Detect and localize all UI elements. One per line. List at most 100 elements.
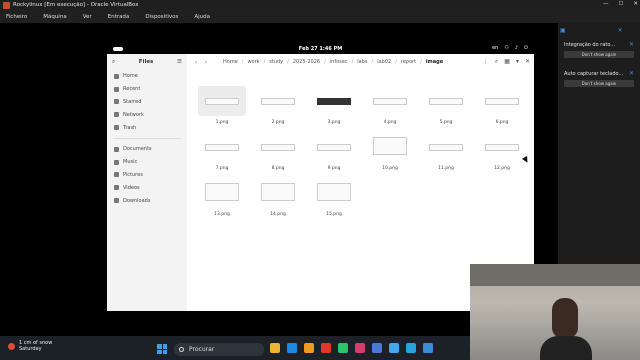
file-item[interactable]: 3.png: [307, 84, 363, 130]
telegram-icon[interactable]: [406, 343, 416, 353]
keyboard-layout[interactable]: en: [492, 45, 498, 51]
file-thumbnail: [198, 178, 246, 208]
close-icon[interactable]: ✕: [525, 58, 530, 66]
sidebar-item-network[interactable]: Network: [107, 108, 187, 121]
hamburger-icon[interactable]: ☰: [177, 59, 182, 65]
file-name: 2.png: [271, 120, 285, 125]
volume-icon[interactable]: ♪: [515, 45, 518, 51]
crumb-work[interactable]: work: [243, 59, 263, 65]
sidebar-item-trash[interactable]: Trash: [107, 121, 187, 134]
folder-icon[interactable]: [304, 343, 314, 353]
download-icon: [114, 198, 119, 204]
files-sidebar: ⌕ Files ☰ Home Recent Starred Network Tr…: [107, 54, 187, 311]
file-item[interactable]: 12.png: [475, 130, 531, 176]
file-thumbnail: [478, 132, 526, 162]
sidebar-item-pictures[interactable]: Pictures: [107, 169, 187, 182]
store-icon[interactable]: [287, 343, 297, 353]
search-icon[interactable]: ⌕: [495, 58, 498, 66]
clock[interactable]: Feb 27 1:46 PM: [299, 46, 342, 52]
window-title: Rockylinux [Em execução] - Oracle Virtua…: [13, 2, 139, 8]
clock-icon: [114, 86, 119, 92]
file-name: 14.png: [270, 212, 286, 217]
document-icon: [114, 146, 119, 152]
dont-show-again-button[interactable]: Don't show again: [564, 51, 634, 58]
search-icon[interactable]: ⌕: [112, 59, 115, 66]
files-title: Files: [138, 59, 154, 65]
crumb-year[interactable]: 2025-2026: [289, 59, 324, 65]
crumb-lab02[interactable]: lab02: [373, 59, 395, 65]
panel-close-icon[interactable]: ✕: [618, 27, 623, 34]
virtualbox-icon[interactable]: [423, 343, 433, 353]
crumb-image[interactable]: image: [422, 59, 447, 65]
weather-day: Saturday: [19, 346, 42, 352]
sidebar-item-home[interactable]: Home: [107, 70, 187, 83]
menu-ajuda[interactable]: Ajuda: [194, 14, 210, 20]
file-item[interactable]: 15.png: [307, 176, 363, 222]
file-item[interactable]: 8.png: [251, 130, 307, 176]
app-icon[interactable]: [389, 343, 399, 353]
close-icon[interactable]: ✕: [629, 70, 634, 77]
file-thumbnail: [198, 86, 246, 116]
notification-mouse: Integração do rato... ✕ Don't show again: [560, 40, 638, 62]
back-button[interactable]: ‹: [191, 59, 201, 66]
explorer-icon[interactable]: [270, 343, 280, 353]
file-name: 11.png: [438, 166, 454, 171]
menu-ficheiro[interactable]: Ficheiro: [6, 14, 27, 20]
weather-widget[interactable]: 1 cm of snow Saturday: [8, 340, 52, 352]
sidebar-item-videos[interactable]: Videos: [107, 181, 187, 194]
sidebar-item-music[interactable]: Music: [107, 156, 187, 169]
image-preview: [317, 98, 351, 105]
crumb-study[interactable]: study: [265, 59, 287, 65]
menu-ver[interactable]: Ver: [83, 14, 92, 20]
crumb-home[interactable]: Home: [219, 59, 242, 65]
file-item[interactable]: 2.png: [251, 84, 307, 130]
chevron-down-icon[interactable]: ▾: [516, 58, 519, 66]
file-item[interactable]: 6.png: [475, 84, 531, 130]
sidebar-item-documents[interactable]: Documents: [107, 143, 187, 156]
browser-icon[interactable]: [321, 343, 331, 353]
activities-button[interactable]: [113, 47, 123, 51]
file-item[interactable]: 11.png: [419, 130, 475, 176]
crumb-report[interactable]: report: [397, 59, 420, 65]
window-controls: — ☐ ✕: [603, 1, 638, 7]
file-name: 5.png: [439, 120, 453, 125]
grid-view-icon[interactable]: ▦: [504, 58, 510, 66]
sidebar-item-starred[interactable]: Starred: [107, 96, 187, 109]
file-item[interactable]: 4.png: [363, 84, 419, 130]
message-icon[interactable]: ▣: [560, 27, 566, 34]
taskbar-search[interactable]: Procurar: [174, 343, 264, 356]
more-options-icon[interactable]: ⋮: [483, 58, 489, 66]
notification-keyboard: Auto capturar teclado... ✕ Don't show ag…: [560, 69, 638, 91]
file-item[interactable]: 1.png: [195, 84, 251, 130]
file-item[interactable]: 5.png: [419, 84, 475, 130]
image-preview: [205, 144, 239, 151]
crumb-infosec[interactable]: infosec: [326, 59, 352, 65]
file-item[interactable]: 14.png: [251, 176, 307, 222]
system-tray[interactable]: en ⚇ ♪ ⏻: [492, 45, 528, 51]
windows-start-icon[interactable]: [157, 344, 167, 354]
minimize-button[interactable]: —: [603, 1, 609, 7]
app-icon[interactable]: [372, 343, 382, 353]
dont-show-again-button[interactable]: Don't show again: [564, 80, 634, 87]
file-item[interactable]: 9.png: [307, 130, 363, 176]
file-thumbnail: [310, 86, 358, 116]
maximize-button[interactable]: ☐: [618, 1, 623, 7]
close-icon[interactable]: ✕: [629, 41, 634, 48]
app-icon[interactable]: [338, 343, 348, 353]
file-item[interactable]: 7.png: [195, 130, 251, 176]
sidebar-item-downloads[interactable]: Downloads: [107, 194, 187, 207]
crumb-labs[interactable]: labs: [353, 59, 371, 65]
forward-button[interactable]: ›: [201, 59, 211, 66]
network-icon: [114, 112, 119, 118]
menu-maquina[interactable]: Máquina: [43, 14, 66, 20]
file-item[interactable]: 10.png: [363, 130, 419, 176]
close-button[interactable]: ✕: [633, 1, 638, 7]
network-icon[interactable]: ⚇: [504, 45, 508, 51]
menu-entrada[interactable]: Entrada: [108, 14, 130, 20]
sidebar-item-recent[interactable]: Recent: [107, 83, 187, 96]
menu-dispositivos[interactable]: Dispositivos: [145, 14, 178, 20]
app-icon[interactable]: [355, 343, 365, 353]
power-icon[interactable]: ⏻: [524, 45, 528, 51]
file-item[interactable]: 13.png: [195, 176, 251, 222]
notification-text: Integração do rato...: [564, 42, 616, 48]
